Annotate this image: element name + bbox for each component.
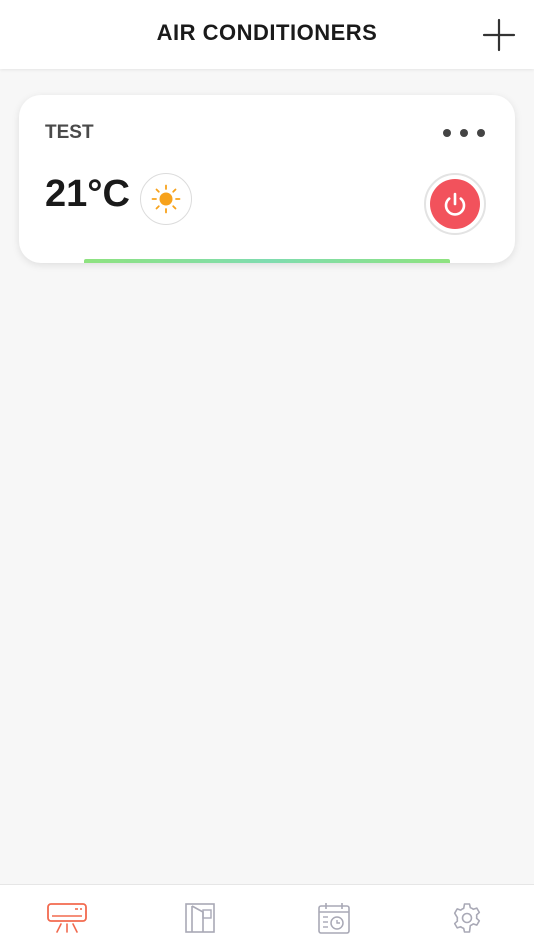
app-screen: AIR CONDITIONERS TEST 21°C: [0, 0, 534, 950]
bottom-navigation: [0, 884, 534, 950]
more-options-button[interactable]: [443, 128, 485, 138]
nav-air-conditioners[interactable]: [0, 885, 134, 950]
connection-status-bar: [84, 259, 450, 263]
top-bar: AIR CONDITIONERS: [0, 0, 534, 69]
plus-icon: [482, 18, 516, 52]
device-card[interactable]: TEST 21°C: [19, 95, 515, 263]
gear-icon: [454, 902, 481, 933]
sun-icon: [151, 184, 181, 214]
nav-settings[interactable]: [401, 885, 534, 950]
device-name: TEST: [45, 122, 94, 143]
more-dots-icon: [443, 129, 451, 137]
power-icon: [444, 192, 466, 216]
room-door-icon: [185, 902, 216, 933]
nav-rooms[interactable]: [134, 885, 268, 950]
add-device-button[interactable]: [482, 18, 516, 52]
calendar-clock-icon: [317, 902, 350, 934]
air-conditioner-icon: [46, 902, 87, 933]
mode-indicator: [140, 173, 192, 225]
page-title: AIR CONDITIONERS: [156, 20, 378, 45]
power-button[interactable]: [424, 173, 486, 235]
nav-schedule[interactable]: [267, 885, 401, 950]
device-temperature: 21°C: [45, 173, 130, 215]
